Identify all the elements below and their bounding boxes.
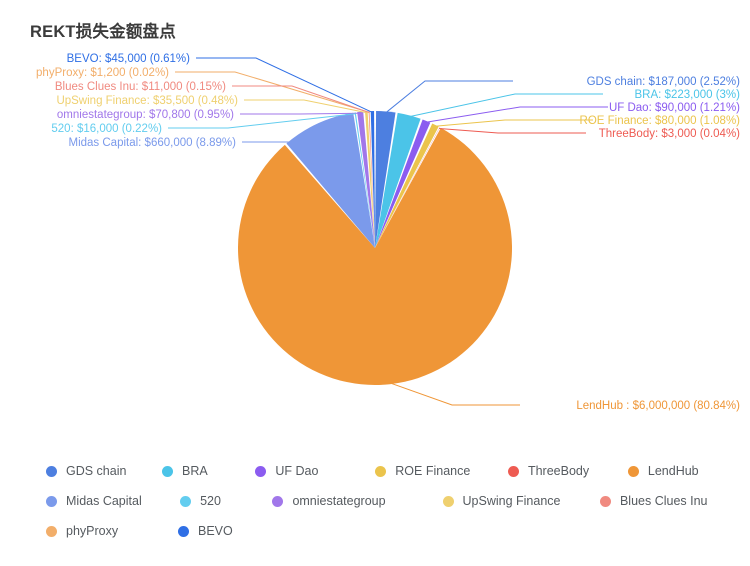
legend-item-520[interactable]: 520: [180, 494, 272, 508]
slice-label: 520: $16,000 (0.22%): [51, 123, 162, 135]
slice-label: GDS chain: $187,000 (2.52%): [587, 76, 741, 88]
legend-color-dot: [46, 465, 57, 477]
legend-color-dot: [442, 495, 454, 507]
leader-line: [408, 93, 603, 118]
legend-item-bra[interactable]: BRA: [161, 464, 255, 478]
legend-item-gds-chain[interactable]: GDS chain: [46, 464, 162, 478]
slice-label: ThreeBody: $3,000 (0.04%): [599, 128, 740, 140]
legend-item-blues-clues-inu[interactable]: Blues Clues Inu: [599, 494, 736, 508]
legend-color-dot: [627, 465, 639, 477]
slice-label: Blues Clues Inu: $11,000 (0.15%): [55, 81, 226, 93]
legend-label: phyProxy: [66, 524, 119, 538]
slice-label: UpSwing Finance: $35,500 (0.48%): [56, 95, 238, 107]
leader-line: [434, 119, 593, 127]
legend-item-threebody[interactable]: ThreeBody: [507, 464, 628, 478]
legend-color-dot: [161, 465, 173, 477]
legend-row: phyProxy BEVO: [46, 516, 736, 546]
slice-label: BEVO: $45,000 (0.61%): [67, 53, 191, 65]
legend-label: omniestategroup: [292, 494, 386, 508]
legend-label: LendHub: [647, 464, 699, 478]
legend-label: 520: [200, 494, 221, 508]
slice-label: phyProxy: $1,200 (0.02%): [36, 67, 169, 79]
legend-color-dot: [46, 525, 57, 537]
slice-label: UF Dao: $90,000 (1.21%): [609, 102, 740, 114]
legend-item-omniestategroup[interactable]: omniestategroup: [272, 494, 442, 508]
legend-label: Midas Capital: [66, 494, 142, 508]
pie-slice[interactable]: [238, 127, 513, 385]
slice-label: ROE Finance: $80,000 (1.08%): [580, 115, 741, 127]
legend-item-midas-capital[interactable]: Midas Capital: [46, 494, 180, 508]
pie-slices: [238, 111, 513, 385]
slice-label: omniestategroup: $70,800 (0.95%): [57, 109, 234, 121]
legend-color-dot: [272, 495, 284, 507]
legend-color-dot: [599, 495, 611, 507]
legend-label: BRA: [181, 464, 208, 478]
legend-item-upswing-finance[interactable]: UpSwing Finance: [442, 494, 600, 508]
slice-label: LendHub : $6,000,000 (80.84%): [576, 400, 740, 412]
slice-label: BRA: $223,000 (3%): [635, 89, 741, 101]
chart-legend: GDS chain BRA UF Dao ROE Finance ThreeBody Le…: [46, 456, 736, 546]
legend-color-dot: [375, 465, 387, 477]
legend-item-lendhub[interactable]: LendHub: [627, 464, 736, 478]
legend-item-phyproxy[interactable]: phyProxy: [46, 524, 178, 538]
legend-row: GDS chain BRA UF Dao ROE Finance ThreeBody Le…: [46, 456, 736, 486]
legend-label: Blues Clues Inu: [619, 494, 708, 508]
legend-color-dot: [178, 525, 189, 537]
legend-color-dot: [180, 495, 192, 507]
legend-item-roe-finance[interactable]: ROE Finance: [375, 464, 508, 478]
leader-line: [439, 128, 586, 134]
legend-color-dot: [507, 465, 519, 477]
leader-line: [240, 112, 361, 115]
legend-color-dot: [46, 495, 57, 507]
legend-row: Midas Capital 520 omniestategroup UpSwing F…: [46, 486, 736, 516]
leader-line: [389, 382, 520, 406]
legend-label: GDS chain: [66, 464, 127, 478]
legend-label: UF Dao: [275, 464, 319, 478]
legend-label: BEVO: [198, 524, 233, 538]
legend-item-bevo[interactable]: BEVO: [178, 524, 288, 538]
legend-label: ROE Finance: [395, 464, 471, 478]
legend-item-uf-dao[interactable]: UF Dao: [255, 464, 375, 478]
legend-label: UpSwing Finance: [462, 494, 561, 508]
slice-label: Midas Capital: $660,000 (8.89%): [69, 137, 237, 149]
legend-color-dot: [255, 465, 267, 477]
legend-label: ThreeBody: [527, 464, 590, 478]
